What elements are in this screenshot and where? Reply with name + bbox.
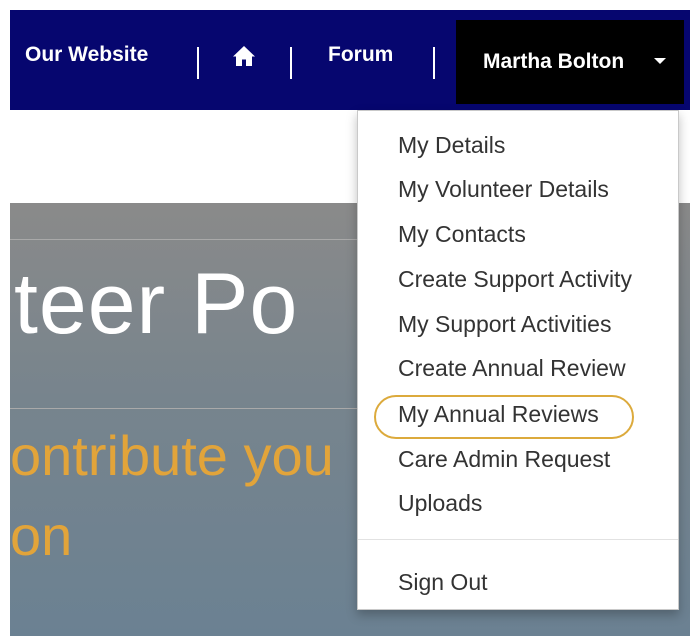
menu-item-uploads[interactable]: Uploads (398, 481, 482, 525)
menu-item-my-contacts[interactable]: My Contacts (398, 212, 526, 256)
hero-title: teer Po (14, 256, 299, 352)
hero-subtitle-line2: on (10, 504, 73, 567)
menu-item-my-volunteer-details[interactable]: My Volunteer Details (398, 167, 609, 211)
user-dropdown-menu: My Details My Volunteer Details My Conta… (357, 110, 679, 610)
menu-item-create-annual-review[interactable]: Create Annual Review (398, 346, 626, 390)
caret-down-icon (654, 58, 666, 64)
top-navbar: Our Website Forum Martha Bolton (10, 10, 690, 110)
menu-item-my-details[interactable]: My Details (398, 123, 505, 167)
menu-item-my-support-activities[interactable]: My Support Activities (398, 302, 611, 346)
menu-item-sign-out[interactable]: Sign Out (398, 560, 488, 604)
nav-separator (290, 47, 292, 79)
nav-link-forum[interactable]: Forum (328, 10, 393, 100)
user-menu-button[interactable]: Martha Bolton (456, 20, 684, 104)
menu-item-care-admin-request[interactable]: Care Admin Request (398, 437, 610, 481)
nav-separator (433, 47, 435, 79)
menu-item-create-support-activity[interactable]: Create Support Activity (398, 257, 632, 301)
nav-link-our-website[interactable]: Our Website (25, 10, 148, 100)
hero-subtitle-line1: ontribute you (10, 424, 334, 487)
user-name: Martha Bolton (483, 50, 625, 73)
home-icon[interactable] (232, 10, 256, 100)
menu-divider (358, 539, 678, 540)
nav-separator (197, 47, 199, 79)
menu-item-my-annual-reviews[interactable]: My Annual Reviews (398, 392, 599, 436)
